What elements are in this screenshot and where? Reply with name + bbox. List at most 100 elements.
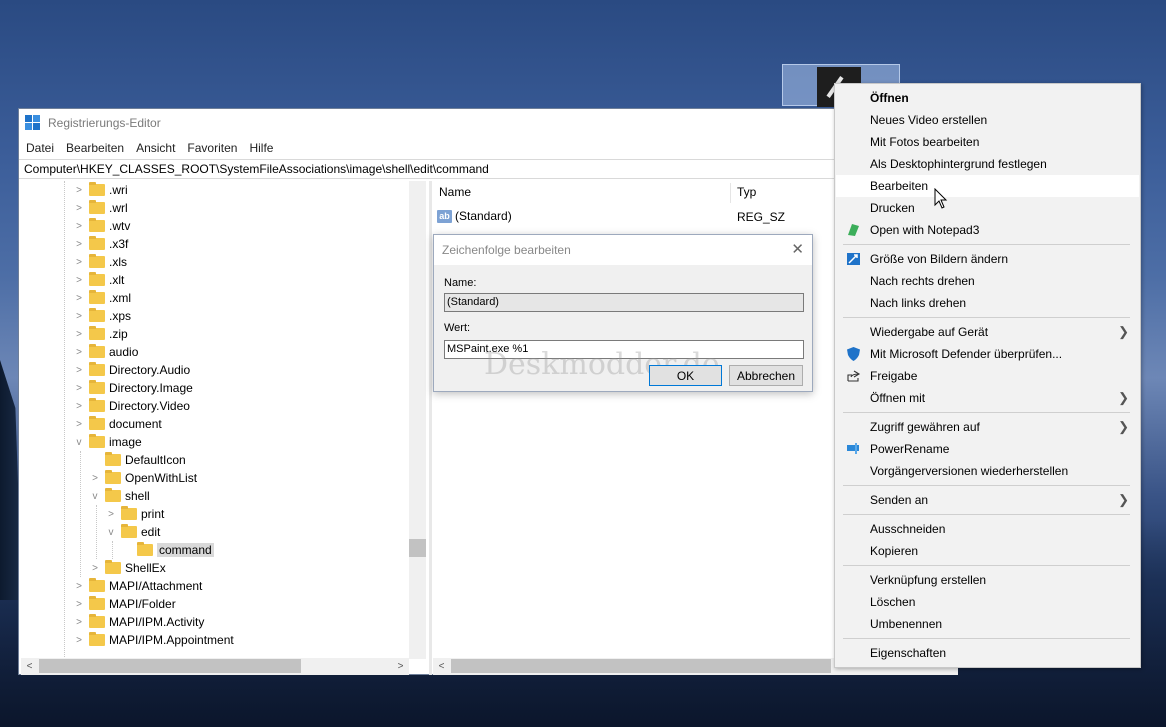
menu-item-edit[interactable]: Bearbeiten: [836, 175, 1139, 197]
menu-item-open-with-notepad3[interactable]: Open with Notepad3: [836, 219, 1139, 241]
tree-item[interactable]: > MAPI/IPM.Activity: [73, 613, 204, 631]
column-header-name[interactable]: Name: [439, 185, 471, 199]
scroll-left-icon[interactable]: <: [21, 658, 38, 675]
close-icon[interactable]: ✕: [791, 235, 804, 265]
scroll-right-icon[interactable]: >: [392, 658, 409, 675]
menu-item-edit-with-photos[interactable]: Mit Fotos bearbeiten: [836, 131, 1139, 153]
chevron-right-icon[interactable]: >: [73, 235, 85, 253]
menu-item-rename[interactable]: Umbenennen: [836, 613, 1139, 635]
address-bar[interactable]: Computer\HKEY_CLASSES_ROOT\SystemFileAss…: [19, 159, 956, 179]
chevron-right-icon[interactable]: >: [73, 217, 85, 235]
menu-item-create-shortcut[interactable]: Verknüpfung erstellen: [836, 569, 1139, 591]
tree-item[interactable]: > ShellEx: [89, 559, 166, 577]
scroll-thumb[interactable]: [451, 659, 831, 673]
chevron-right-icon[interactable]: >: [89, 469, 101, 487]
menu-item-resize-images[interactable]: Größe von Bildern ändern: [836, 248, 1139, 270]
menu-ansicht[interactable]: Ansicht: [130, 141, 181, 155]
cancel-button[interactable]: Abbrechen: [729, 365, 803, 386]
menu-datei[interactable]: Datei: [20, 141, 60, 155]
chevron-right-icon[interactable]: >: [73, 595, 85, 613]
folder-icon: [89, 236, 105, 250]
tree-item[interactable]: > document: [73, 415, 162, 433]
menu-item-scan-defender[interactable]: Mit Microsoft Defender überprüfen...: [836, 343, 1139, 365]
chevron-down-icon[interactable]: v: [89, 487, 101, 505]
chevron-right-icon[interactable]: >: [73, 307, 85, 325]
scroll-thumb[interactable]: [409, 539, 426, 557]
tree-item[interactable]: > Directory.Video: [73, 397, 190, 415]
chevron-right-icon[interactable]: >: [73, 325, 85, 343]
pane-splitter[interactable]: [429, 181, 432, 675]
tree-horizontal-scrollbar[interactable]: < >: [21, 658, 409, 675]
menu-item-rotate-left[interactable]: Nach links drehen: [836, 292, 1139, 314]
chevron-right-icon[interactable]: >: [105, 505, 117, 523]
chevron-right-icon[interactable]: >: [73, 289, 85, 307]
dialog-title-bar[interactable]: Zeichenfolge bearbeiten ✕: [434, 235, 812, 265]
value-row[interactable]: ab (Standard): [437, 208, 512, 224]
tree-item[interactable]: > .x3f: [73, 235, 128, 253]
scroll-thumb[interactable]: [39, 659, 301, 673]
value-data-input[interactable]: MSPaint.exe %1: [444, 340, 804, 359]
menu-item-rotate-right[interactable]: Nach rechts drehen: [836, 270, 1139, 292]
tree-item[interactable]: > .wri: [73, 181, 128, 199]
tree-item[interactable]: > Directory.Audio: [73, 361, 190, 379]
tree-item[interactable]: > audio: [73, 343, 138, 361]
menu-item-powerrename[interactable]: PowerRename: [836, 438, 1139, 460]
chevron-right-icon[interactable]: >: [73, 397, 85, 415]
chevron-right-icon[interactable]: >: [89, 559, 101, 577]
menu-item-properties[interactable]: Eigenschaften: [836, 642, 1139, 664]
tree-item[interactable]: > .xml: [73, 289, 131, 307]
chevron-right-icon[interactable]: >: [73, 577, 85, 595]
menu-item-copy[interactable]: Kopieren: [836, 540, 1139, 562]
tree-item-image[interactable]: v image: [73, 433, 142, 451]
chevron-down-icon[interactable]: v: [73, 433, 85, 451]
menu-item-print[interactable]: Drucken: [836, 197, 1139, 219]
tree-item[interactable]: > .zip: [73, 325, 128, 343]
chevron-right-icon[interactable]: >: [73, 631, 85, 649]
menu-item-open[interactable]: Öffnen: [836, 87, 1139, 109]
tree-item[interactable]: DefaultIcon: [89, 451, 186, 469]
tree-item-command-selected[interactable]: command: [121, 541, 214, 559]
tree-item[interactable]: > .xps: [73, 307, 131, 325]
column-divider[interactable]: [730, 183, 731, 203]
menu-item-open-with[interactable]: Öffnen mit ❯: [836, 387, 1139, 409]
chevron-right-icon[interactable]: >: [73, 181, 85, 199]
tree-item[interactable]: > .xlt: [73, 271, 124, 289]
chevron-right-icon[interactable]: >: [73, 199, 85, 217]
chevron-right-icon[interactable]: >: [73, 415, 85, 433]
menu-hilfe[interactable]: Hilfe: [243, 141, 279, 155]
chevron-right-icon[interactable]: >: [73, 361, 85, 379]
chevron-right-icon[interactable]: >: [73, 379, 85, 397]
chevron-right-icon[interactable]: >: [73, 271, 85, 289]
tree-item[interactable]: > MAPI/IPM.Appointment: [73, 631, 234, 649]
menu-favoriten[interactable]: Favoriten: [181, 141, 243, 155]
menu-item-cut[interactable]: Ausschneiden: [836, 518, 1139, 540]
menu-item-restore-previous-versions[interactable]: Vorgängerversionen wiederherstellen: [836, 460, 1139, 482]
chevron-right-icon[interactable]: >: [73, 343, 85, 361]
chevron-right-icon[interactable]: >: [73, 253, 85, 271]
tree-vertical-scrollbar[interactable]: [409, 181, 426, 659]
tree-item[interactable]: > print: [105, 505, 164, 523]
menu-item-send-to[interactable]: Senden an ❯: [836, 489, 1139, 511]
menu-item-give-access[interactable]: Zugriff gewähren auf ❯: [836, 416, 1139, 438]
column-header-type[interactable]: Typ: [737, 185, 756, 199]
tree-item[interactable]: > MAPI/Attachment: [73, 577, 202, 595]
menu-item-set-desktop-background[interactable]: Als Desktophintergrund festlegen: [836, 153, 1139, 175]
tree-item[interactable]: > .wtv: [73, 217, 130, 235]
chevron-right-icon[interactable]: >: [73, 613, 85, 631]
scroll-left-icon[interactable]: <: [433, 658, 450, 675]
menu-item-cast-to-device[interactable]: Wiedergabe auf Gerät ❯: [836, 321, 1139, 343]
menu-bearbeiten[interactable]: Bearbeiten: [60, 141, 130, 155]
tree-item-edit[interactable]: v edit: [105, 523, 160, 541]
tree-item[interactable]: > MAPI/Folder: [73, 595, 176, 613]
menu-item-new-video[interactable]: Neues Video erstellen: [836, 109, 1139, 131]
tree-item-shell[interactable]: v shell: [89, 487, 150, 505]
title-bar[interactable]: Registrierungs-Editor: [19, 109, 956, 137]
chevron-down-icon[interactable]: v: [105, 523, 117, 541]
tree-item[interactable]: > .wrl: [73, 199, 128, 217]
tree-item[interactable]: > OpenWithList: [89, 469, 197, 487]
tree-item[interactable]: > .xls: [73, 253, 127, 271]
tree-item[interactable]: > Directory.Image: [73, 379, 193, 397]
ok-button[interactable]: OK: [649, 365, 722, 386]
menu-item-share[interactable]: Freigabe: [836, 365, 1139, 387]
menu-item-delete[interactable]: Löschen: [836, 591, 1139, 613]
